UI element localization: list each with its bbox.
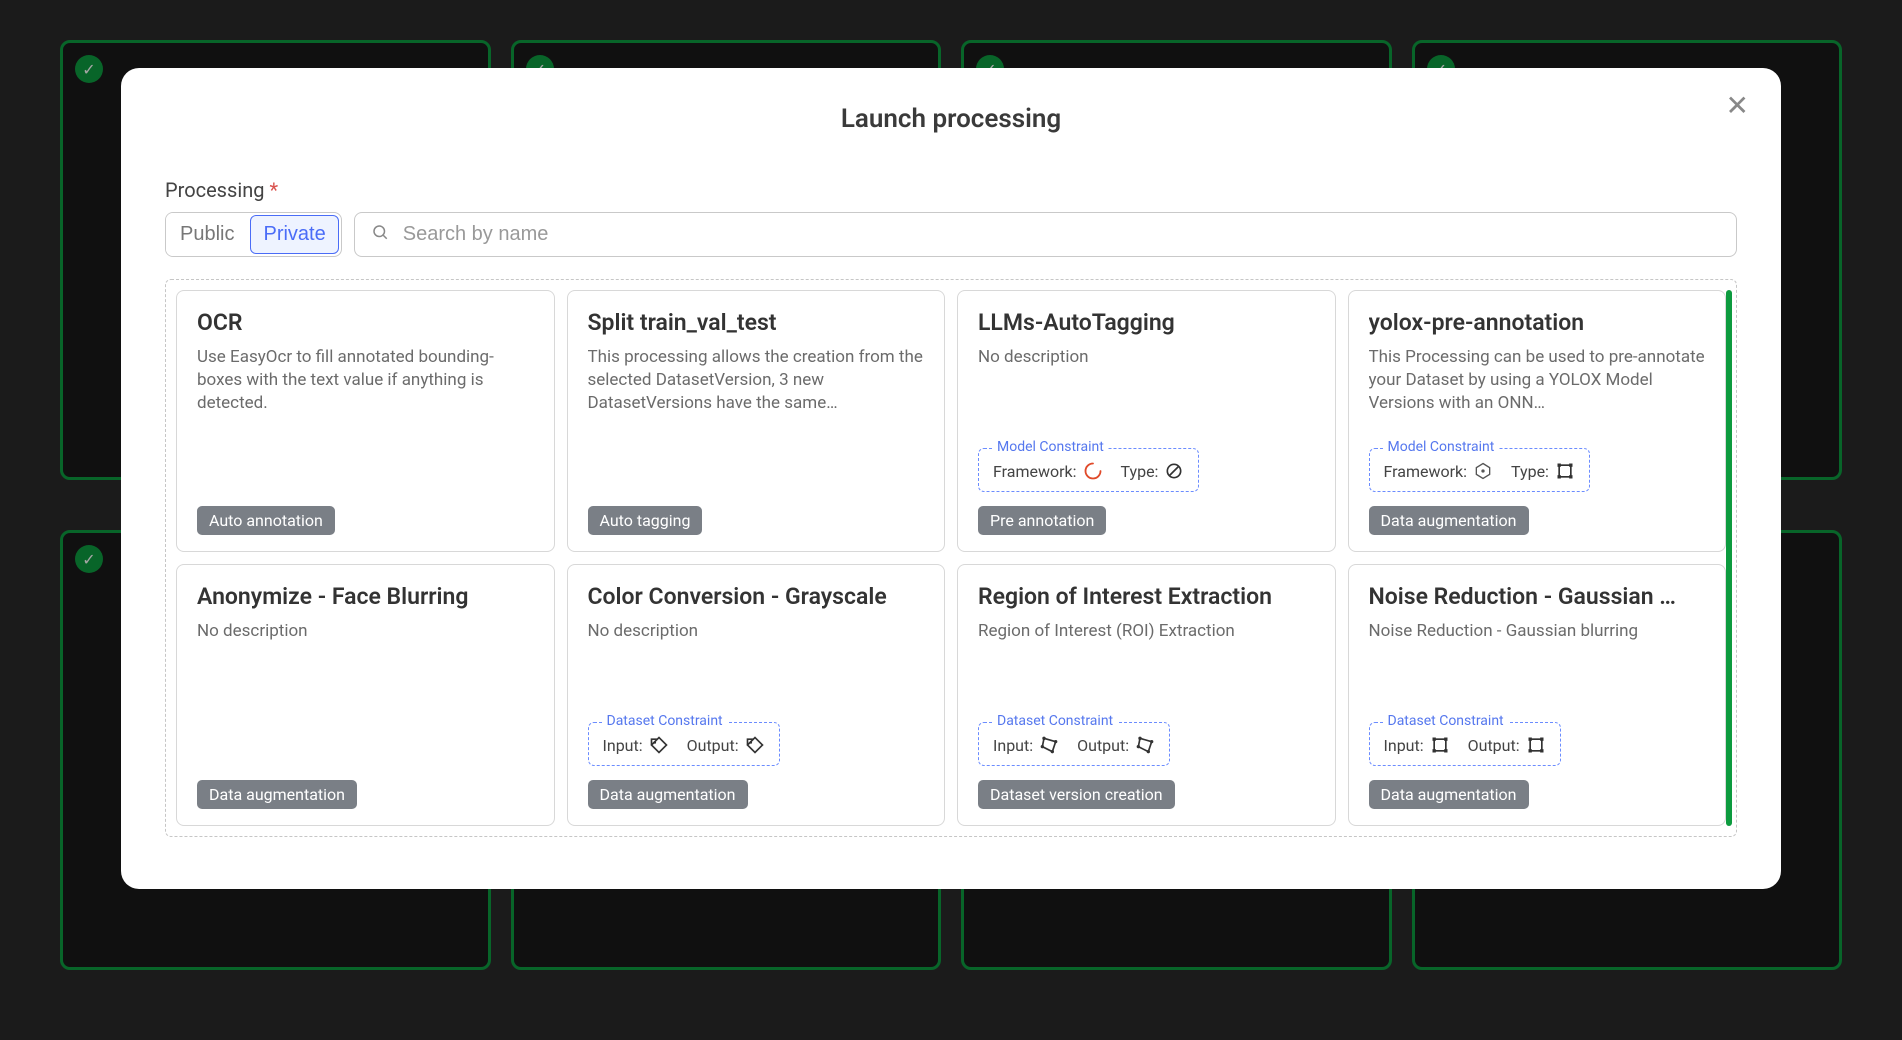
processing-card-desc: This Processing can be used to pre-annot… <box>1369 346 1706 415</box>
processing-card-desc: This processing allows the creation from… <box>588 346 925 415</box>
processing-card-desc: Use EasyOcr to fill annotated bounding-b… <box>197 346 534 415</box>
constraint-left-label: Framework: <box>993 462 1077 481</box>
processing-card[interactable]: Split train_val_test This processing all… <box>567 290 946 552</box>
processing-label: Processing * <box>165 178 1737 202</box>
constraint-left: Framework: <box>1384 461 1494 481</box>
constraint-right: Output: <box>687 735 765 755</box>
tag-icon <box>649 735 669 755</box>
processing-card-tag: Data augmentation <box>588 780 748 809</box>
modal-overlay: ✕ Launch processing Processing * Public … <box>0 0 1902 1040</box>
constraint-legend: Model Constraint <box>993 439 1108 455</box>
public-tab[interactable]: Public <box>166 213 248 256</box>
constraint-left: Input: <box>1384 735 1450 755</box>
processing-card[interactable]: Region of Interest Extraction Region of … <box>957 564 1336 826</box>
search-field[interactable] <box>354 212 1737 257</box>
constraint-right-label: Type: <box>1511 462 1549 481</box>
model-constraint: Model Constraint Framework: Type: <box>1369 448 1590 492</box>
scrollbar[interactable] <box>1726 290 1732 826</box>
spinner-icon <box>1083 461 1103 481</box>
bbox-icon <box>1555 461 1575 481</box>
constraint-legend: Model Constraint <box>1384 439 1499 455</box>
constraint-left-label: Input: <box>603 736 643 755</box>
controls-row: Public Private <box>165 212 1737 257</box>
processing-card-tag: Data augmentation <box>197 780 357 809</box>
dataset-constraint: Dataset Constraint Input: Output: <box>978 722 1170 766</box>
constraint-legend: Dataset Constraint <box>993 713 1117 729</box>
constraint-right: Output: <box>1468 735 1546 755</box>
close-button[interactable]: ✕ <box>1726 92 1749 120</box>
visibility-toggle: Public Private <box>165 212 342 257</box>
processing-card-title: Split train_val_test <box>588 309 925 336</box>
constraint-right: Type: <box>1121 461 1185 481</box>
dataset-constraint: Dataset Constraint Input: Output: <box>1369 722 1561 766</box>
processing-card-title: yolox-pre-annotation <box>1369 309 1706 336</box>
bbox-icon <box>1526 735 1546 755</box>
processing-card-desc: Region of Interest (ROI) Extraction <box>978 620 1315 643</box>
constraint-left: Input: <box>603 735 669 755</box>
required-mark: * <box>269 178 278 202</box>
noshape-icon <box>1164 461 1184 481</box>
processing-card-tag: Dataset version creation <box>978 780 1175 809</box>
processing-card-title: Anonymize - Face Blurring <box>197 583 534 610</box>
constraint-legend: Dataset Constraint <box>603 713 727 729</box>
dataset-constraint: Dataset Constraint Input: Output: <box>588 722 780 766</box>
close-icon: ✕ <box>1726 90 1749 121</box>
constraint-right-label: Output: <box>687 736 739 755</box>
launch-processing-modal: ✕ Launch processing Processing * Public … <box>121 68 1781 889</box>
tag-icon <box>745 735 765 755</box>
processing-card-tag: Pre annotation <box>978 506 1106 535</box>
processing-card-desc: No description <box>588 620 925 643</box>
processing-card[interactable]: Noise Reduction - Gaussian … Noise Reduc… <box>1348 564 1727 826</box>
constraint-left-label: Framework: <box>1384 462 1468 481</box>
processing-card-title: Color Conversion - Grayscale <box>588 583 925 610</box>
processing-card-title: OCR <box>197 309 534 336</box>
cards-grid: OCR Use EasyOcr to fill annotated boundi… <box>176 290 1726 826</box>
constraint-left-label: Input: <box>1384 736 1424 755</box>
processing-card-title: Noise Reduction - Gaussian … <box>1369 583 1706 610</box>
constraint-left: Framework: <box>993 461 1103 481</box>
processing-card-tag: Data augmentation <box>1369 506 1529 535</box>
processing-card-desc: No description <box>197 620 534 643</box>
constraint-left-label: Input: <box>993 736 1033 755</box>
processing-card-tag: Auto tagging <box>588 506 703 535</box>
processing-card-tag: Data augmentation <box>1369 780 1529 809</box>
processing-card[interactable]: Color Conversion - Grayscale No descript… <box>567 564 946 826</box>
constraint-left: Input: <box>993 735 1059 755</box>
processing-label-text: Processing <box>165 178 264 202</box>
processing-list: OCR Use EasyOcr to fill annotated boundi… <box>165 279 1737 837</box>
processing-card-desc: No description <box>978 346 1315 369</box>
private-tab[interactable]: Private <box>250 215 338 254</box>
modal-title: Launch processing <box>165 104 1737 134</box>
processing-card-title: Region of Interest Extraction <box>978 583 1315 610</box>
processing-card-title: LLMs-AutoTagging <box>978 309 1315 336</box>
poly-icon <box>1135 735 1155 755</box>
constraint-right-label: Type: <box>1121 462 1159 481</box>
processing-card[interactable]: yolox-pre-annotation This Processing can… <box>1348 290 1727 552</box>
onnx-icon <box>1473 461 1493 481</box>
search-icon <box>371 223 389 246</box>
processing-card[interactable]: OCR Use EasyOcr to fill annotated boundi… <box>176 290 555 552</box>
poly-icon <box>1039 735 1059 755</box>
constraint-right: Type: <box>1511 461 1575 481</box>
search-input[interactable] <box>403 213 1720 256</box>
processing-card-tag: Auto annotation <box>197 506 335 535</box>
processing-card[interactable]: Anonymize - Face Blurring No description… <box>176 564 555 826</box>
processing-card-desc: Noise Reduction - Gaussian blurring <box>1369 620 1706 643</box>
constraint-right-label: Output: <box>1077 736 1129 755</box>
constraint-right-label: Output: <box>1468 736 1520 755</box>
constraint-legend: Dataset Constraint <box>1384 713 1508 729</box>
bbox-icon <box>1430 735 1450 755</box>
constraint-right: Output: <box>1077 735 1155 755</box>
model-constraint: Model Constraint Framework: Type: <box>978 448 1199 492</box>
processing-card[interactable]: LLMs-AutoTagging No description Model Co… <box>957 290 1336 552</box>
